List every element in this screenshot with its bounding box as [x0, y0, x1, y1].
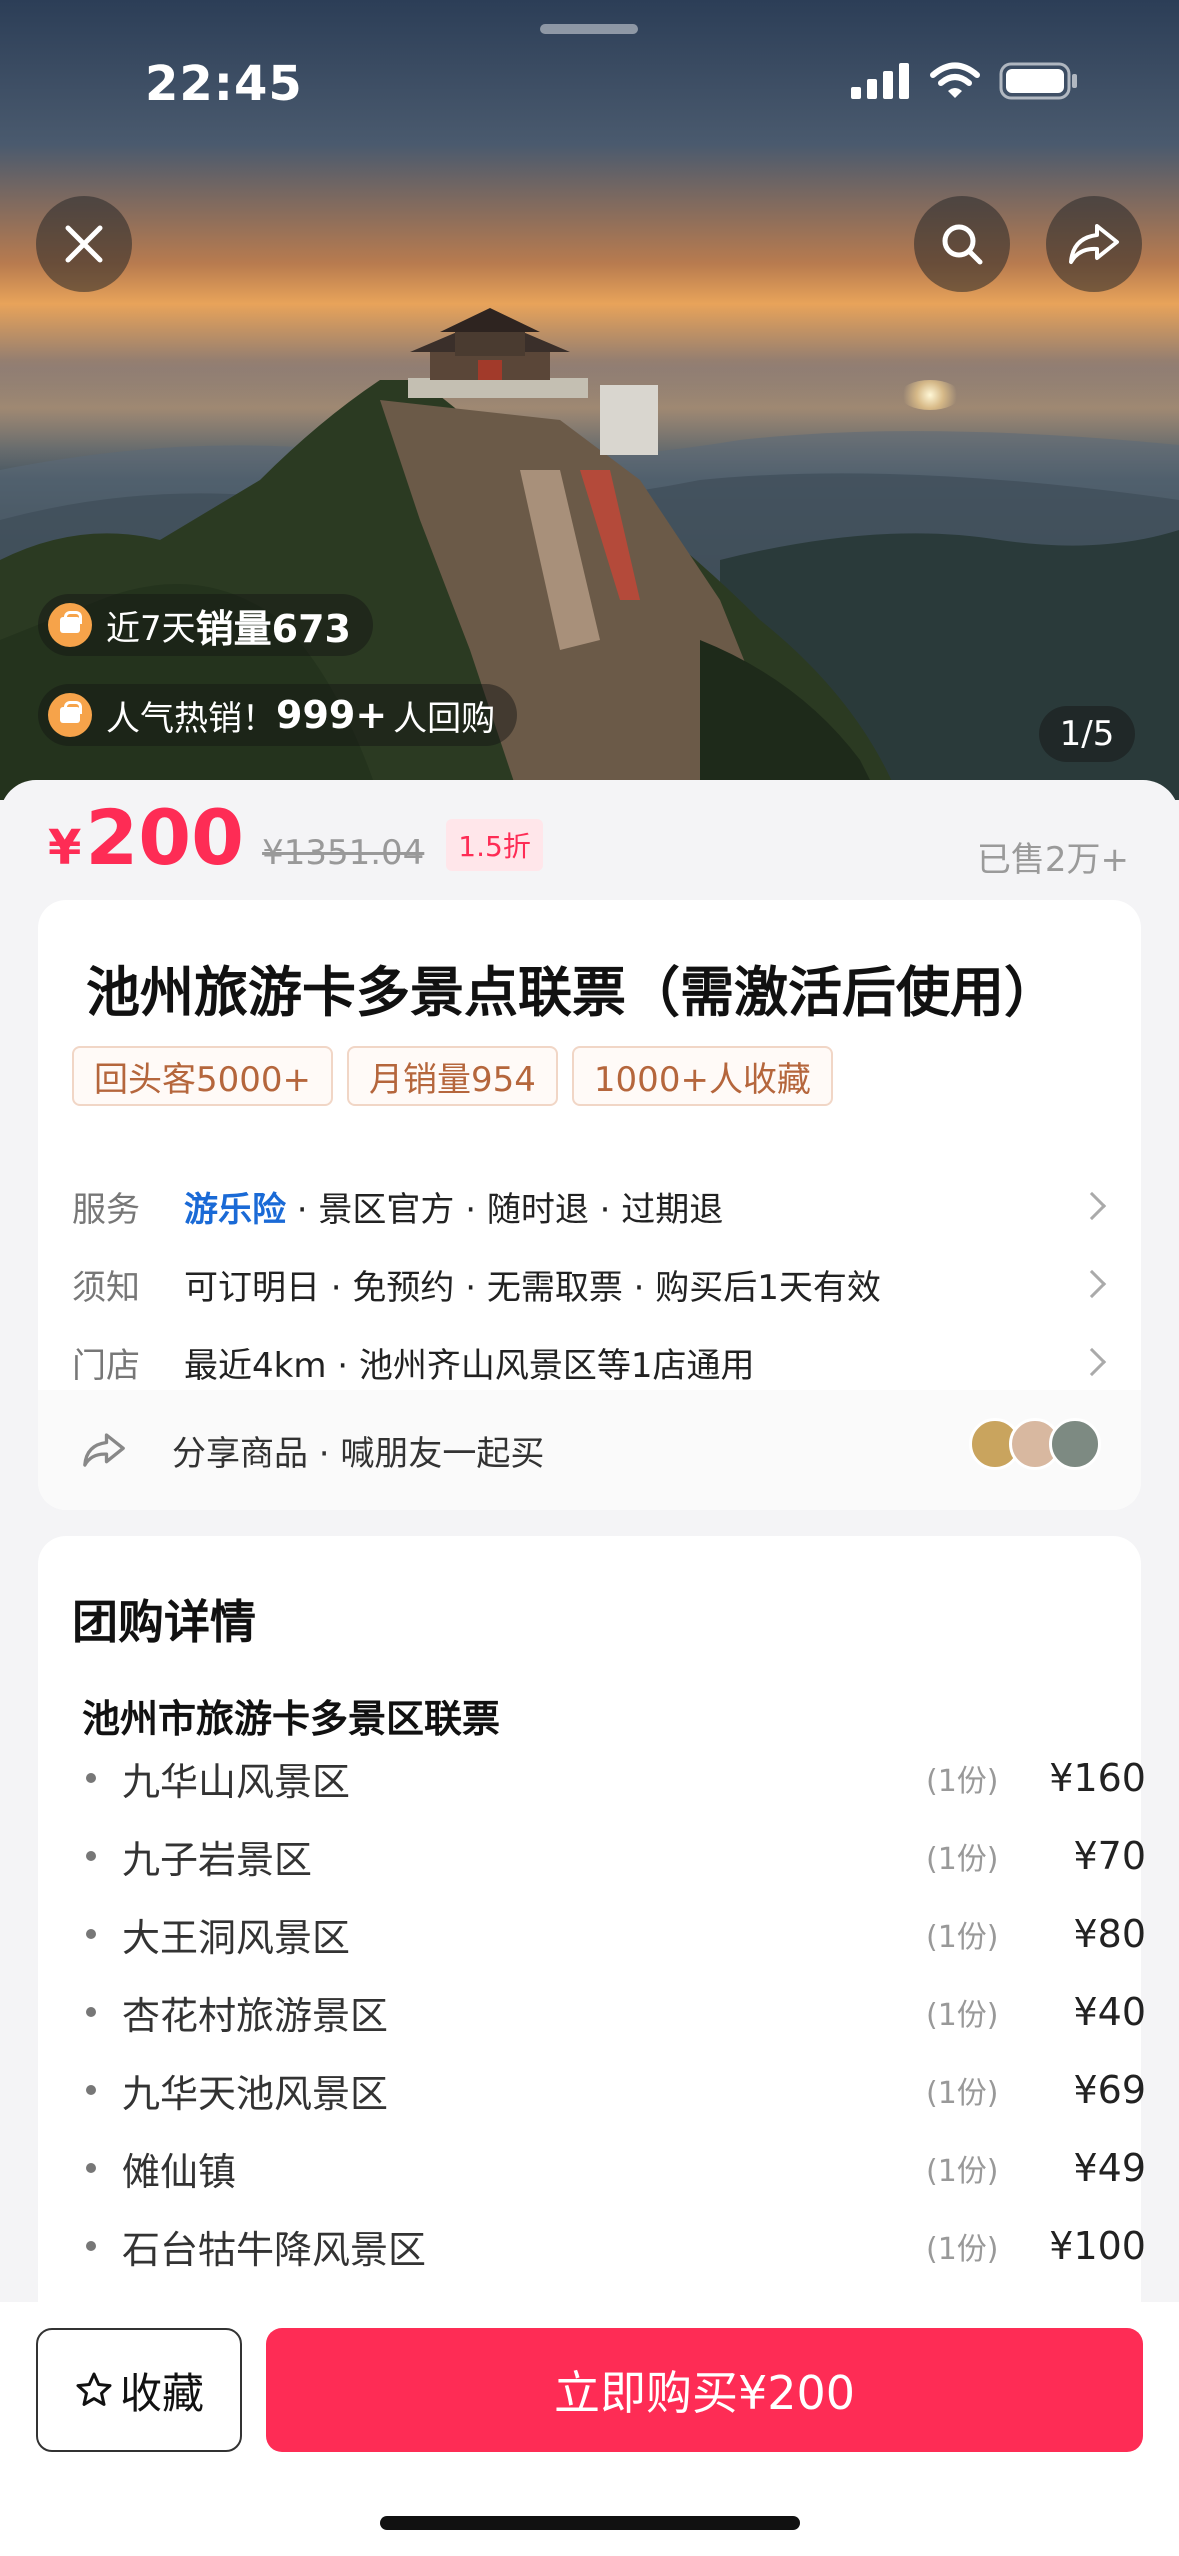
price-row: ¥ 200 ¥1351.04 1.5折: [48, 800, 543, 879]
close-icon: [65, 225, 103, 263]
tag-returning-customers: 回头客5000+: [72, 1046, 334, 1106]
original-price: ¥1351.04: [262, 833, 425, 873]
item-qty: (1份): [926, 1764, 999, 1799]
bullet: [86, 2163, 96, 2173]
sold-count: 已售2万+: [976, 840, 1129, 880]
image-counter: 1/5: [1039, 706, 1135, 762]
star-icon: [76, 2372, 112, 2406]
price-currency: ¥: [48, 820, 82, 876]
item-price: ¥70: [1073, 1834, 1146, 1878]
item-qty: (1份): [926, 2154, 999, 2189]
item-name: 石台牯牛降风景区: [122, 2227, 427, 2272]
list-item: 石台牯牛降风景区 (1份) ¥100: [72, 2214, 1146, 2278]
repurchase-badge: 人气热销！ 999+ 人回购: [38, 684, 518, 746]
sales-badge: 近7天 销量673: [38, 594, 373, 656]
wifi-icon: [930, 62, 980, 98]
notice-row[interactable]: 须知 可订明日 · 免预约 · 无需取票 · 购买后1天有效: [72, 1256, 1112, 1312]
shopping-bag-icon: [48, 693, 92, 737]
home-indicator[interactable]: [380, 2516, 800, 2530]
item-name: 傩仙镇: [122, 2149, 237, 2194]
chevron-right-icon: [1077, 1191, 1107, 1221]
package-title: 池州市旅游卡多景区联票: [82, 1697, 501, 1741]
chevron-right-icon: [1077, 1269, 1107, 1299]
share-icon: [83, 1433, 125, 1467]
signal-icon: [851, 63, 909, 99]
item-name: 九华山风景区: [122, 1759, 351, 1804]
item-name: 九子岩景区: [122, 1837, 313, 1882]
repurchase-badge-suffix: 人回购: [393, 698, 496, 739]
friend-avatars: [969, 1418, 1101, 1470]
service-label: 服务: [72, 1189, 140, 1230]
group-buy-details-card: 团购详情 池州市旅游卡多景区联票 九华山风景区 (1份) ¥160 九子岩景区 …: [38, 1536, 1146, 2336]
product-tags: 回头客5000+ 月销量954 1000+人收藏: [72, 1046, 833, 1106]
avatar: [1049, 1418, 1101, 1470]
store-row[interactable]: 门店 最近4km · 池州齐山风景区等1店通用: [72, 1334, 1112, 1390]
share-icon: [1069, 224, 1119, 264]
store-value: 最近4km · 池州齐山风景区等1店通用: [184, 1345, 755, 1386]
insurance-link[interactable]: 游乐险: [184, 1190, 286, 1230]
list-item: 九华山风景区 (1份) ¥160: [72, 1746, 1146, 1810]
item-qty: (1份): [926, 1920, 999, 1955]
share-product-row[interactable]: 分享商品 · 喊朋友一起买: [38, 1390, 1141, 1510]
price-amount: 200: [85, 793, 245, 882]
bullet: [86, 2085, 96, 2095]
list-item: 大王洞风景区 (1份) ¥80: [72, 1902, 1146, 1966]
product-info-card: 池州旅游卡多景点联票（需激活后使用） 回头客5000+ 月销量954 1000+…: [38, 900, 1141, 1510]
search-icon: [942, 224, 983, 265]
status-time: 22:45: [145, 56, 303, 112]
mountain-landscape: [0, 308, 1179, 800]
details-section-title: 团购详情: [72, 1595, 256, 1649]
sales-badge-count: 销量673: [195, 606, 351, 651]
bullet: [86, 1773, 96, 1783]
close-button[interactable]: [36, 196, 132, 292]
battery-icon: [999, 62, 1077, 100]
item-price: ¥80: [1073, 1912, 1146, 1956]
status-icons: [851, 62, 1079, 100]
service-row[interactable]: 服务 游乐险 · 景区官方 · 随时退 · 过期退: [72, 1178, 1112, 1234]
favorite-label: 收藏: [119, 2368, 204, 2418]
item-price: ¥69: [1073, 2068, 1146, 2112]
tag-monthly-sales: 月销量954: [347, 1046, 558, 1106]
sheet-grabber[interactable]: [540, 24, 638, 34]
share-button[interactable]: [1046, 196, 1142, 292]
item-qty: (1份): [926, 2076, 999, 2111]
chevron-right-icon: [1077, 1347, 1107, 1377]
item-qty: (1份): [926, 1842, 999, 1877]
list-item: 九子岩景区 (1份) ¥70: [72, 1824, 1146, 1888]
discount-badge: 1.5折: [446, 819, 543, 871]
item-price: ¥40: [1073, 1990, 1146, 2034]
search-button[interactable]: [914, 196, 1010, 292]
bullet: [86, 1851, 96, 1861]
item-name: 杏花村旅游景区: [122, 1993, 389, 2038]
bullet: [86, 2007, 96, 2017]
item-name: 九华天池风景区: [122, 2071, 389, 2116]
repurchase-badge-prefix: 人气热销！: [106, 698, 276, 739]
item-price: ¥49: [1073, 2146, 1146, 2190]
list-item: 杏花村旅游景区 (1份) ¥40: [72, 1980, 1146, 2044]
hero-image[interactable]: 22:45 近7天 销量673 人气热销！ 999+ 人回购 1/5: [0, 0, 1179, 800]
sales-badge-prefix: 近7天: [106, 608, 196, 649]
favorite-button[interactable]: 收藏: [36, 2328, 242, 2452]
repurchase-badge-count: 999+: [276, 693, 388, 737]
service-details: · 景区官方 · 随时退 · 过期退: [286, 1189, 724, 1230]
shopping-bag-icon: [48, 603, 92, 647]
share-text: 分享商品 · 喊朋友一起买: [172, 1433, 545, 1474]
notice-label: 须知: [72, 1267, 140, 1308]
bullet: [86, 2241, 96, 2251]
item-qty: (1份): [926, 1998, 999, 2033]
store-label: 门店: [72, 1345, 140, 1386]
item-qty: (1份): [926, 2232, 999, 2267]
product-title: 池州旅游卡多景点联票（需激活后使用）: [86, 961, 1058, 1024]
item-price: ¥100: [1049, 2224, 1146, 2268]
bottom-action-bar: 收藏 立即购买¥200: [0, 2302, 1179, 2556]
buy-now-button[interactable]: 立即购买¥200: [266, 2328, 1143, 2452]
item-price: ¥160: [1049, 1756, 1146, 1800]
item-name: 大王洞风景区: [122, 1915, 351, 1960]
list-item: 九华天池风景区 (1份) ¥69: [72, 2058, 1146, 2122]
service-value: 游乐险 · 景区官方 · 随时退 · 过期退: [184, 1182, 1082, 1231]
tag-favorites: 1000+人收藏: [571, 1046, 833, 1106]
notice-value: 可订明日 · 免预约 · 无需取票 · 购买后1天有效: [184, 1267, 881, 1308]
list-item: 傩仙镇 (1份) ¥49: [72, 2136, 1146, 2200]
bullet: [86, 1929, 96, 1939]
